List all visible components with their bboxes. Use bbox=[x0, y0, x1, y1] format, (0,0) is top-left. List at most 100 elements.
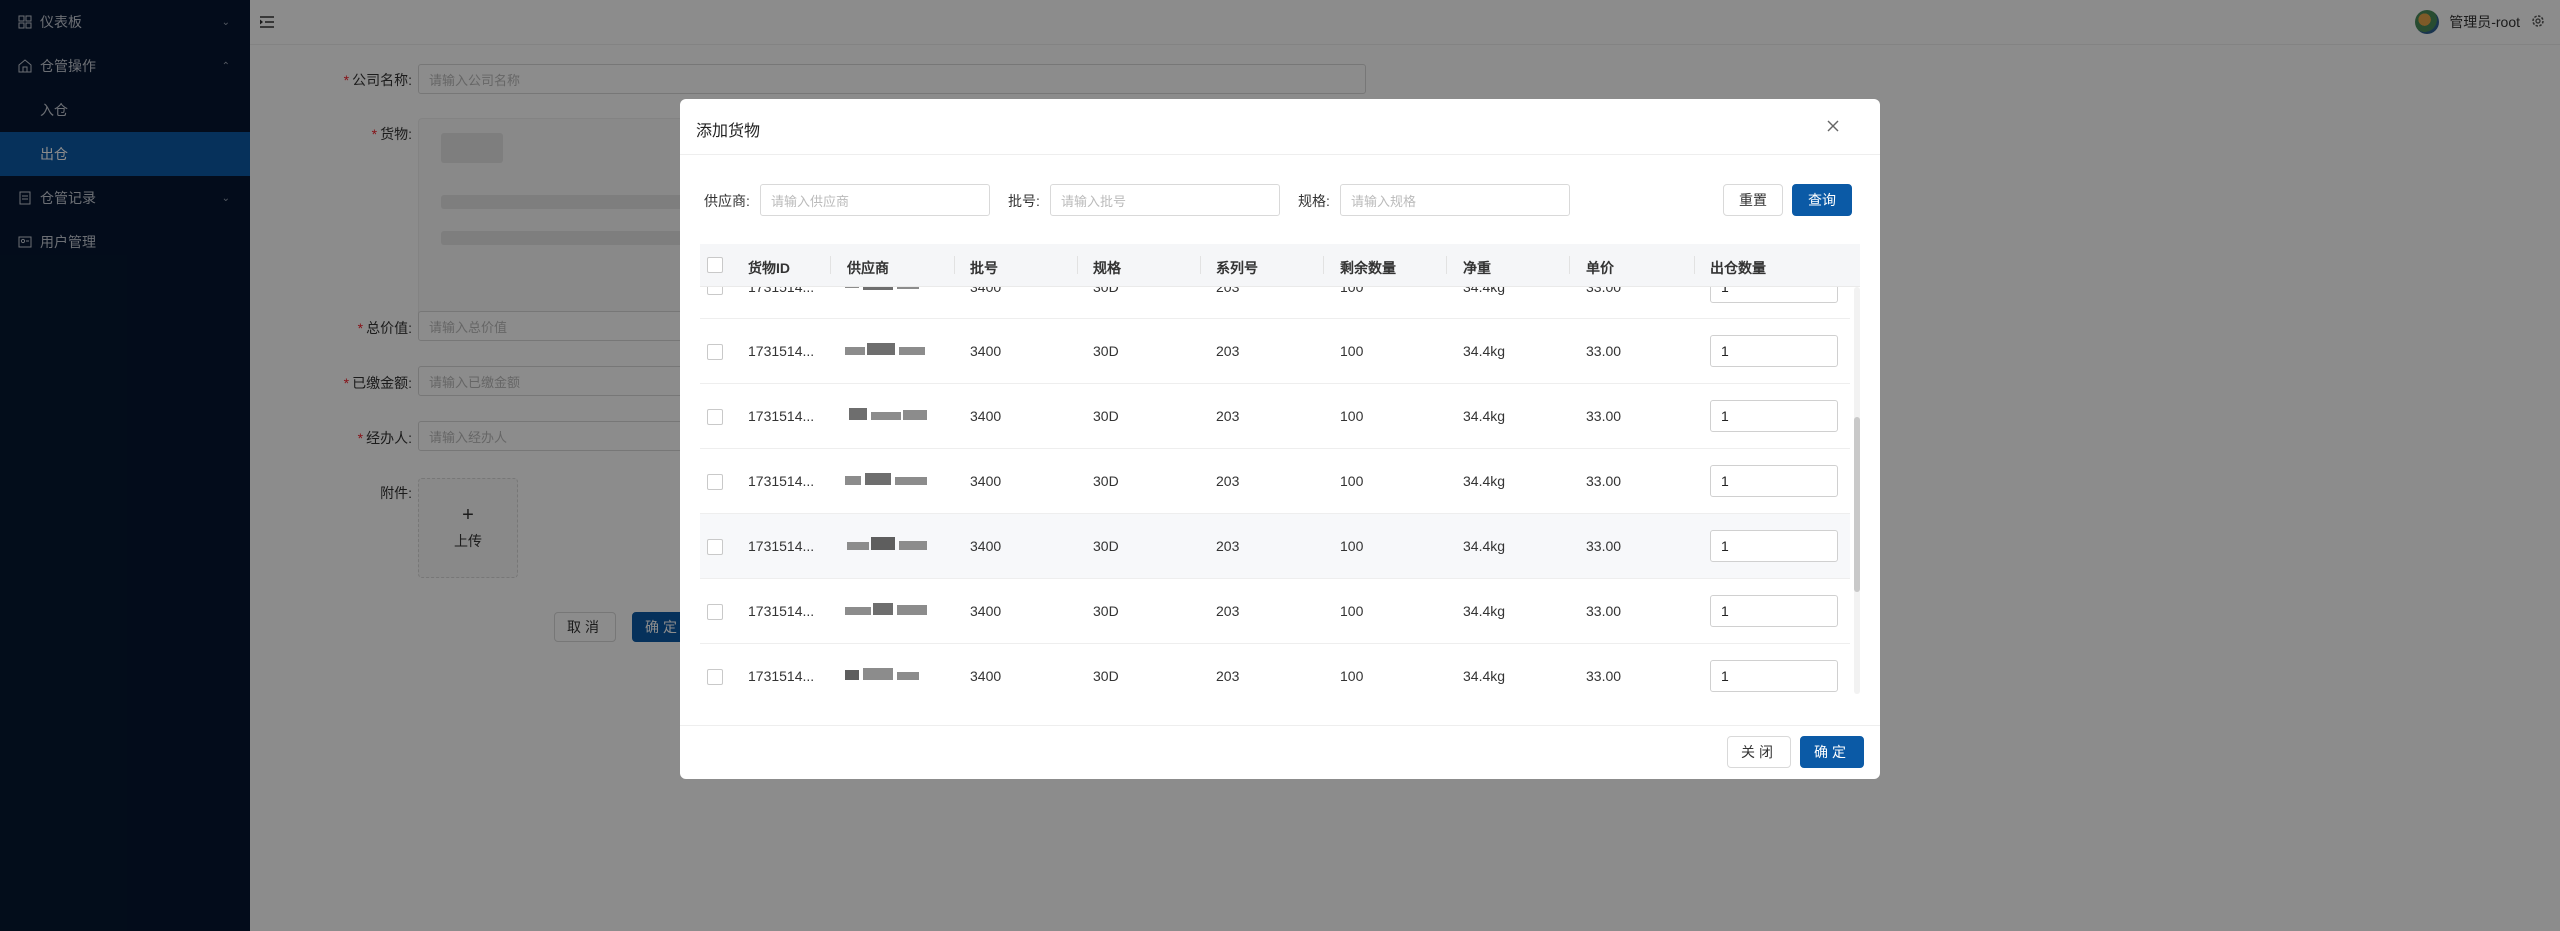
cell-price: 33.00 bbox=[1586, 408, 1622, 424]
batch-filter-input[interactable]: 请输入批号 bbox=[1050, 184, 1280, 216]
cell-id: 1731514... bbox=[748, 538, 815, 554]
goods-table: 货物ID 供应商 批号 规格 系列号 剩余数量 净重 单价 出仓数量 17315… bbox=[700, 244, 1860, 694]
cell-weight: 34.4kg bbox=[1463, 538, 1506, 554]
cell-price: 33.00 bbox=[1586, 538, 1622, 554]
supplier-redacted bbox=[845, 662, 945, 690]
select-all-checkbox[interactable] bbox=[707, 257, 723, 273]
cell-remaining: 100 bbox=[1340, 473, 1364, 489]
supplier-filter-input[interactable]: 请输入供应商 bbox=[760, 184, 990, 216]
search-button[interactable]: 查询 bbox=[1792, 184, 1852, 216]
column-header: 剩余数量 bbox=[1340, 260, 1396, 276]
cell-id: 1731514... bbox=[748, 668, 815, 684]
row-checkbox[interactable] bbox=[707, 344, 723, 360]
table-row[interactable]: 1731514... 3400 30D 203 100 34.4kg 33.00… bbox=[700, 319, 1850, 384]
table-row[interactable]: 1731514... 3400 30D 203 100 34.4kg 33.00… bbox=[700, 514, 1850, 579]
quantity-input[interactable]: 1 bbox=[1710, 465, 1838, 497]
ok-button[interactable]: 确定 bbox=[1800, 736, 1864, 768]
cell-spec: 30D bbox=[1093, 668, 1119, 684]
cell-weight: 34.4kg bbox=[1463, 287, 1506, 295]
supplier-redacted bbox=[845, 597, 945, 625]
column-divider bbox=[1569, 256, 1570, 274]
cell-serial: 203 bbox=[1216, 668, 1240, 684]
column-header: 系列号 bbox=[1216, 260, 1258, 276]
cell-weight: 34.4kg bbox=[1463, 603, 1506, 619]
supplier-redacted bbox=[845, 287, 945, 300]
column-header: 货物ID bbox=[748, 260, 790, 276]
cell-remaining: 100 bbox=[1340, 408, 1364, 424]
cell-id: 1731514... bbox=[748, 603, 815, 619]
supplier-redacted bbox=[845, 532, 945, 560]
column-divider bbox=[1200, 256, 1201, 274]
cell-weight: 34.4kg bbox=[1463, 473, 1506, 489]
cell-batch: 3400 bbox=[970, 473, 1002, 489]
quantity-input[interactable]: 1 bbox=[1710, 287, 1838, 303]
column-header: 批号 bbox=[970, 260, 998, 276]
cell-weight: 34.4kg bbox=[1463, 343, 1506, 359]
column-divider bbox=[1694, 256, 1695, 274]
spec-filter-label: 规格: bbox=[1298, 193, 1330, 209]
quantity-input[interactable]: 1 bbox=[1710, 595, 1838, 627]
row-checkbox[interactable] bbox=[707, 604, 723, 620]
cell-price: 33.00 bbox=[1586, 343, 1622, 359]
table-scrollbar[interactable] bbox=[1854, 287, 1860, 694]
table-row[interactable]: 1731514... 3400 30D 203 100 34.4kg 33.00… bbox=[700, 644, 1850, 694]
modal-title: 添加货物 bbox=[696, 123, 761, 140]
column-header: 单价 bbox=[1586, 260, 1614, 276]
scrollbar-thumb[interactable] bbox=[1854, 417, 1860, 592]
batch-filter-label: 批号: bbox=[1008, 193, 1040, 209]
add-goods-modal: 添加货物 供应商: 请输入供应商 批号: 请输入批号 规格: 请输入规格 重置 … bbox=[680, 99, 1880, 779]
table-row[interactable]: 1731514... 3400 30D 203 100 34.4kg 33.00… bbox=[700, 579, 1850, 644]
cell-price: 33.00 bbox=[1586, 603, 1622, 619]
quantity-input[interactable]: 1 bbox=[1710, 660, 1838, 692]
cell-serial: 203 bbox=[1216, 287, 1240, 295]
cell-remaining: 100 bbox=[1340, 603, 1364, 619]
cell-batch: 3400 bbox=[970, 603, 1002, 619]
supplier-redacted bbox=[845, 337, 945, 365]
cell-spec: 30D bbox=[1093, 603, 1119, 619]
cell-batch: 3400 bbox=[970, 538, 1002, 554]
column-divider bbox=[954, 256, 955, 274]
cell-remaining: 100 bbox=[1340, 287, 1364, 295]
cell-weight: 34.4kg bbox=[1463, 668, 1506, 684]
cell-spec: 30D bbox=[1093, 287, 1119, 295]
supplier-redacted bbox=[845, 402, 945, 430]
spec-filter-input[interactable]: 请输入规格 bbox=[1340, 184, 1570, 216]
cell-id: 1731514... bbox=[748, 287, 815, 295]
cell-price: 33.00 bbox=[1586, 287, 1622, 295]
row-checkbox[interactable] bbox=[707, 539, 723, 555]
cell-serial: 203 bbox=[1216, 408, 1240, 424]
cell-serial: 203 bbox=[1216, 603, 1240, 619]
cell-price: 33.00 bbox=[1586, 668, 1622, 684]
cell-id: 1731514... bbox=[748, 343, 815, 359]
table-row[interactable]: 1731514... 3400 30D 203 100 34.4kg 33.00… bbox=[700, 384, 1850, 449]
cell-price: 33.00 bbox=[1586, 473, 1622, 489]
column-divider bbox=[1446, 256, 1447, 274]
close-button[interactable]: 关闭 bbox=[1727, 736, 1791, 768]
cell-spec: 30D bbox=[1093, 343, 1119, 359]
cell-batch: 3400 bbox=[970, 343, 1002, 359]
quantity-input[interactable]: 1 bbox=[1710, 335, 1838, 367]
supplier-filter-label: 供应商: bbox=[704, 193, 750, 209]
cell-remaining: 100 bbox=[1340, 668, 1364, 684]
column-header: 供应商 bbox=[847, 260, 889, 276]
modal-footer: 关闭 确定 bbox=[680, 725, 1880, 779]
cell-serial: 203 bbox=[1216, 473, 1240, 489]
cell-id: 1731514... bbox=[748, 473, 815, 489]
row-checkbox[interactable] bbox=[707, 669, 723, 685]
close-icon[interactable] bbox=[1824, 117, 1842, 135]
quantity-input[interactable]: 1 bbox=[1710, 400, 1838, 432]
table-row[interactable]: 1731514... 3400 30D 203 100 34.4kg 33.00… bbox=[700, 287, 1850, 319]
column-divider bbox=[830, 256, 831, 274]
cell-batch: 3400 bbox=[970, 287, 1002, 295]
row-checkbox[interactable] bbox=[707, 287, 723, 295]
row-checkbox[interactable] bbox=[707, 474, 723, 490]
reset-button[interactable]: 重置 bbox=[1723, 184, 1783, 216]
column-header: 规格 bbox=[1093, 260, 1121, 276]
column-header: 出仓数量 bbox=[1710, 260, 1766, 276]
table-header: 货物ID 供应商 批号 规格 系列号 剩余数量 净重 单价 出仓数量 bbox=[700, 244, 1860, 287]
quantity-input[interactable]: 1 bbox=[1710, 530, 1838, 562]
cell-remaining: 100 bbox=[1340, 343, 1364, 359]
table-row[interactable]: 1731514... 3400 30D 203 100 34.4kg 33.00… bbox=[700, 449, 1850, 514]
row-checkbox[interactable] bbox=[707, 409, 723, 425]
cell-batch: 3400 bbox=[970, 668, 1002, 684]
